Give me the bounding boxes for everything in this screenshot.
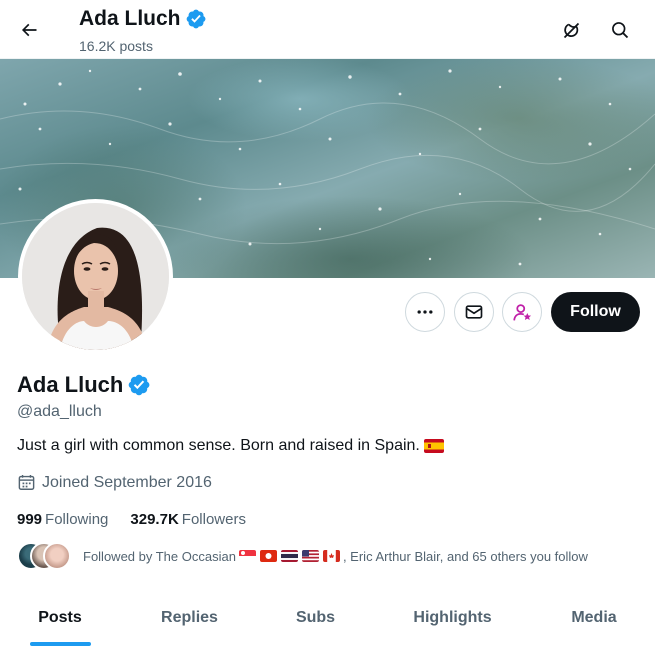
thailand-flag-icon	[280, 550, 298, 562]
tab-label: Subs	[295, 609, 336, 626]
search-icon	[612, 22, 629, 39]
spain-flag-icon	[423, 439, 444, 453]
top-bar: Ada Lluch 16.2K posts	[0, 0, 655, 59]
follower-avatar	[43, 542, 71, 570]
follow-stats: 999 Following 329.7K Followers	[17, 511, 246, 528]
followed-by-text: Followed by The Occasian , Eric Arthur B…	[83, 549, 588, 564]
profile-name: Ada Lluch	[17, 372, 124, 397]
tab-highlights[interactable]: Highlights	[372, 590, 533, 646]
profile-tabs: Posts Replies Subs Highlights Media	[0, 590, 655, 646]
joined-text: Joined September 2016	[42, 473, 212, 491]
profile-handle: @ada_lluch	[17, 403, 102, 420]
bio-text: Just a girl with common sense. Born and …	[17, 437, 420, 454]
tab-replies[interactable]: Replies	[120, 590, 259, 646]
verified-badge-icon	[186, 9, 205, 29]
profile-bio: Just a girl with common sense. Born and …	[17, 437, 445, 455]
joined-date: Joined September 2016	[17, 473, 212, 492]
followed-by-suffix: , Eric Arthur Blair, and 65 others you f…	[342, 548, 588, 564]
tab-label: Posts	[38, 609, 82, 626]
more-button[interactable]	[405, 292, 445, 332]
tab-label: Media	[571, 609, 617, 626]
following-label: Following	[45, 511, 109, 528]
search-button[interactable]	[603, 13, 637, 47]
tab-media[interactable]: Media	[533, 590, 655, 646]
singapore-flag-icon	[238, 550, 256, 562]
grok-button[interactable]	[554, 13, 588, 47]
verified-badge-icon[interactable]	[128, 374, 150, 396]
active-tab-indicator	[30, 642, 91, 646]
hong-kong-flag-icon	[259, 550, 277, 562]
header-name: Ada Lluch	[79, 7, 181, 30]
followers-count: 329.7K	[130, 511, 179, 528]
message-button[interactable]	[454, 292, 494, 332]
canada-flag-icon	[322, 550, 340, 562]
followed-by-row[interactable]: Followed by The Occasian , Eric Arthur B…	[17, 542, 588, 570]
subscribe-button[interactable]	[502, 292, 542, 332]
arrow-left-icon	[21, 23, 37, 37]
followed-by-prefix: Followed by The Occasian	[83, 548, 236, 564]
header-title: Ada Lluch	[79, 7, 206, 31]
followers-link[interactable]: 329.7K Followers	[130, 511, 246, 528]
following-count: 999	[17, 511, 43, 528]
envelope-icon	[465, 305, 483, 319]
calendar-icon	[18, 474, 35, 490]
avatar-photo	[22, 203, 169, 350]
follow-button[interactable]: Follow	[551, 292, 640, 332]
follower-avatars	[17, 542, 83, 570]
tab-posts[interactable]: Posts	[0, 590, 120, 646]
header-posts-count: 16.2K posts	[79, 38, 153, 54]
back-button[interactable]	[12, 13, 46, 47]
grok-icon	[563, 22, 579, 38]
tab-label: Highlights	[413, 609, 492, 626]
more-icon	[417, 310, 433, 314]
tab-subs[interactable]: Subs	[259, 590, 372, 646]
tab-label: Replies	[161, 609, 218, 626]
profile-avatar[interactable]	[18, 199, 173, 354]
following-link[interactable]: 999 Following	[17, 511, 108, 528]
profile-name-row: Ada Lluch	[17, 372, 150, 398]
usa-flag-icon	[301, 550, 319, 562]
followers-label: Followers	[181, 511, 246, 528]
person-star-icon	[512, 303, 531, 321]
